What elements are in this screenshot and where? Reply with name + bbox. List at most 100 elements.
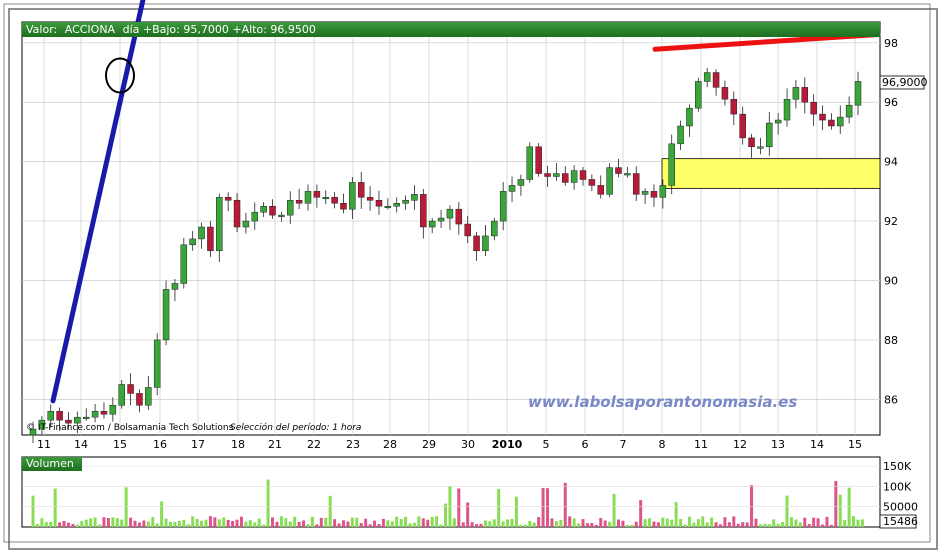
volume-bar (430, 516, 434, 527)
volume-bar (798, 522, 802, 527)
volume-bar (200, 520, 204, 527)
volume-bar (750, 485, 754, 527)
volume-bar (741, 522, 745, 527)
candle-body (242, 220, 250, 228)
volume-bar (364, 518, 368, 527)
candle-body (233, 200, 241, 228)
volume-bar (71, 523, 75, 527)
volume-bar (408, 523, 412, 527)
volume-bar (204, 519, 208, 527)
x-tick-label: 15 (848, 438, 862, 451)
price-plot-area (21, 21, 881, 436)
volume-bar (244, 521, 248, 527)
candle-body (109, 405, 117, 415)
volume-bar (412, 522, 416, 527)
candle-body (428, 220, 436, 228)
candle-body (269, 205, 276, 216)
candle-body (455, 208, 463, 225)
volume-bar (785, 495, 789, 527)
chart-frame: 86889092949698 11 14 15 16 17 18 21 22 23 28 29 30 2… (3, 0, 938, 550)
candle-body (535, 146, 542, 174)
volume-bar (497, 488, 501, 527)
candle-body (553, 173, 560, 177)
volume-bar (554, 521, 558, 527)
volume-bar (763, 523, 767, 527)
candle-body (570, 170, 578, 183)
volume-bar (546, 488, 550, 527)
candle-body (624, 173, 631, 176)
volume-bar (222, 517, 226, 527)
volume-bar (377, 523, 381, 527)
volume-bar (838, 494, 842, 527)
candle-body (171, 283, 179, 290)
candle-body (189, 238, 196, 246)
volume-bar (93, 517, 97, 527)
volume-bar (62, 521, 66, 527)
candle-body (224, 197, 232, 201)
candle-body (792, 87, 800, 100)
volume-bar (789, 517, 793, 527)
volume-bar (572, 518, 576, 527)
candle-body (91, 410, 99, 418)
volume-bar (532, 522, 536, 527)
watermark: www.labolsaporantonomasia.es (528, 393, 797, 411)
volume-bar (89, 518, 93, 527)
x-tick-label: 30 (461, 438, 475, 451)
volume-bar (49, 521, 53, 527)
x-tick-label: 28 (383, 438, 397, 451)
candle-body (508, 185, 516, 192)
volume-bar (475, 524, 479, 527)
volume-bar (506, 519, 510, 527)
volume-bar (169, 521, 172, 527)
volume-bar (439, 524, 443, 527)
candle-body (819, 113, 826, 121)
volume-bar (164, 518, 168, 527)
candle-body (56, 410, 63, 421)
volume-badge: 15486 (883, 515, 918, 528)
volume-bar (625, 524, 629, 527)
volume-bar (630, 524, 634, 527)
candle-body (118, 384, 125, 406)
volume-bar (328, 495, 332, 527)
volume-bar (541, 488, 545, 527)
volume-bar (226, 519, 230, 527)
candle-body (659, 185, 667, 198)
x-tick-label: 2010 (492, 438, 523, 451)
volume-bar (399, 519, 403, 527)
volume-tick-label: 150K (883, 460, 912, 473)
volume-bar (803, 517, 807, 527)
volume-bar (146, 521, 150, 527)
volume-bar (705, 522, 709, 527)
x-tick-label: 15 (113, 438, 127, 451)
candle-body (801, 87, 809, 103)
volume-bar (577, 523, 581, 527)
volume-bar (306, 524, 310, 527)
candle-body (127, 384, 134, 394)
volume-bar (767, 524, 771, 527)
volume-bar (603, 520, 607, 527)
chart-header: Valor: ACCIONA día +Bajo: 95,7000 +Alto:… (22, 22, 880, 37)
volume-bar (355, 517, 359, 527)
volume-bar (115, 518, 119, 527)
zone-rect (661, 158, 881, 189)
volume-bar (807, 523, 811, 527)
volume-bar (66, 522, 70, 527)
y-tick-label: 94 (884, 156, 898, 169)
x-tick-label: 8 (659, 438, 666, 451)
volume-bar (404, 516, 408, 527)
volume-bar (426, 519, 430, 527)
candle-body (304, 191, 312, 204)
volume-bar (359, 523, 363, 527)
candle-body (153, 339, 161, 388)
volume-bar (754, 518, 758, 527)
candle-body (349, 182, 356, 210)
volume-bar (723, 517, 727, 527)
volume-bar (98, 524, 102, 527)
volume-bar (559, 519, 563, 527)
volume-bar (160, 501, 164, 527)
candle-body (854, 81, 862, 106)
header-instrument: ACCIONA (64, 23, 116, 36)
x-tick-label: 11 (694, 438, 708, 451)
x-tick-label: 12 (733, 438, 747, 451)
volume-bar (186, 524, 190, 527)
